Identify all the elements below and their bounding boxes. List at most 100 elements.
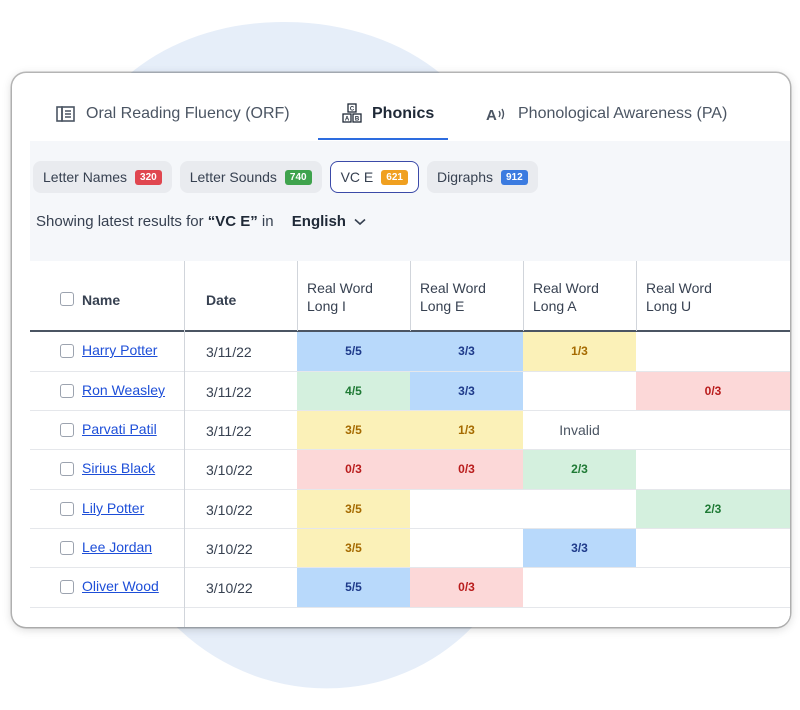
score-cell[interactable] xyxy=(636,449,790,489)
score-cell[interactable]: 3/3 xyxy=(410,331,523,371)
row-divider xyxy=(30,567,790,568)
column-divider xyxy=(297,261,298,331)
count-badge: 912 xyxy=(501,169,528,185)
column-divider xyxy=(184,261,185,627)
score-cell[interactable]: 4/5 xyxy=(297,371,410,410)
svg-text:B: B xyxy=(355,117,360,123)
score-cell[interactable] xyxy=(523,489,636,528)
score-cell[interactable]: 3/5 xyxy=(297,528,410,567)
name-column-header[interactable]: Name xyxy=(82,291,120,309)
count-badge: 320 xyxy=(135,169,162,185)
student-name-link[interactable]: Sirius Black xyxy=(82,460,155,476)
score-column-header[interactable]: Real Word Long A xyxy=(533,279,599,315)
header-line: Real Word xyxy=(420,280,486,296)
score-cell[interactable]: 2/3 xyxy=(523,449,636,489)
tab-label: Phonological Awareness (PA) xyxy=(518,105,728,122)
student-name-link[interactable]: Oliver Wood xyxy=(82,578,159,594)
tab-label: Phonics xyxy=(372,105,435,122)
column-divider xyxy=(523,261,524,331)
date-column-header[interactable]: Date xyxy=(206,291,236,309)
results-status: Showing latest results for “VC E” in Eng… xyxy=(36,213,366,230)
score-cell[interactable]: 1/3 xyxy=(410,410,523,449)
letter-blocks-icon: C A B xyxy=(342,103,362,123)
score-cell[interactable] xyxy=(636,331,790,371)
chip-letter-names[interactable]: Letter Names 320 xyxy=(33,161,172,193)
score-column-header[interactable]: Real Word Long E xyxy=(420,279,486,315)
row-checkbox[interactable] xyxy=(60,344,74,358)
results-card: Oral Reading Fluency (ORF) C A B Phonics… xyxy=(12,73,790,627)
row-checkbox[interactable] xyxy=(60,580,74,594)
result-date: 3/10/22 xyxy=(206,462,253,478)
tab-pa[interactable]: A Phonological Awareness (PA) xyxy=(486,89,727,139)
chip-vc-e[interactable]: VC E 621 xyxy=(329,161,419,193)
student-name-link[interactable]: Parvati Patil xyxy=(82,421,157,437)
score-cell[interactable]: 2/3 xyxy=(636,489,790,528)
language-select[interactable]: English xyxy=(292,213,366,230)
score-cell[interactable]: 3/3 xyxy=(410,371,523,410)
score-cell[interactable]: 1/3 xyxy=(523,331,636,371)
score-cell[interactable] xyxy=(523,567,636,607)
result-date: 3/11/22 xyxy=(206,423,252,439)
row-checkbox[interactable] xyxy=(60,502,74,516)
result-date: 3/10/22 xyxy=(206,541,253,557)
row-checkbox[interactable] xyxy=(60,384,74,398)
score-cell[interactable]: 0/3 xyxy=(410,449,523,489)
result-date: 3/11/22 xyxy=(206,384,252,400)
score-cell[interactable]: 0/3 xyxy=(636,371,790,410)
header-line: Long A xyxy=(533,298,577,314)
status-prefix: Showing latest results for xyxy=(36,213,208,230)
score-cell[interactable]: 3/3 xyxy=(523,528,636,567)
student-name-link[interactable]: Ron Weasley xyxy=(82,382,165,398)
score-cell[interactable]: 3/5 xyxy=(297,410,410,449)
row-divider xyxy=(30,607,790,608)
score-cell[interactable]: 3/5 xyxy=(297,489,410,528)
row-divider xyxy=(30,489,790,490)
count-badge: 740 xyxy=(284,169,312,185)
score-cell[interactable]: Invalid xyxy=(523,410,636,449)
score-cell[interactable] xyxy=(636,567,790,607)
header-line: Long E xyxy=(420,298,465,314)
active-tab-indicator xyxy=(318,138,448,140)
student-name-link[interactable]: Lily Potter xyxy=(82,500,144,516)
results-table: 5/5 3/3 1/3 4/5 3/3 0/3 3/5 1/3 Invalid 0/3 0/3 2/3… xyxy=(30,261,790,627)
header-line: Long U xyxy=(646,298,692,314)
chip-label: Letter Names xyxy=(43,169,128,185)
count-badge: 621 xyxy=(381,169,408,185)
svg-text:C: C xyxy=(350,107,355,113)
score-cell[interactable]: 5/5 xyxy=(297,331,410,371)
score-cell[interactable] xyxy=(410,489,523,528)
phonics-panel: Letter Names 320 Letter Sounds 740 VC E 621 Di… xyxy=(30,141,790,627)
tab-label: Oral Reading Fluency (ORF) xyxy=(86,105,290,122)
score-cell[interactable] xyxy=(410,528,523,567)
score-cell[interactable] xyxy=(636,410,790,449)
tab-orf[interactable]: Oral Reading Fluency (ORF) xyxy=(56,89,290,139)
row-checkbox[interactable] xyxy=(60,462,74,476)
score-cell[interactable] xyxy=(636,528,790,567)
row-checkbox[interactable] xyxy=(60,541,74,555)
tab-phonics[interactable]: C A B Phonics xyxy=(342,89,434,139)
row-divider xyxy=(30,528,790,529)
chip-label: Digraphs xyxy=(436,169,493,185)
row-divider xyxy=(30,371,790,372)
chevron-down-icon xyxy=(354,218,366,226)
score-column-header[interactable]: Real Word Long U xyxy=(646,279,712,315)
score-column-header[interactable]: Real Word Long I xyxy=(307,279,373,315)
subtest-chips: Letter Names 320 Letter Sounds 740 VC E 621 Di… xyxy=(33,161,538,193)
student-name-link[interactable]: Harry Potter xyxy=(82,342,157,358)
language-value: English xyxy=(291,213,346,230)
row-divider xyxy=(30,449,790,450)
chip-digraphs[interactable]: Digraphs 912 xyxy=(426,161,538,193)
score-cell[interactable]: 0/3 xyxy=(297,449,410,489)
chip-label: VC E xyxy=(340,169,374,185)
row-checkbox[interactable] xyxy=(60,423,74,437)
result-date: 3/10/22 xyxy=(206,502,253,518)
score-cell[interactable]: 5/5 xyxy=(297,567,410,607)
status-filter: “VC E” xyxy=(207,213,258,230)
select-all-checkbox[interactable] xyxy=(60,292,74,306)
chip-letter-sounds[interactable]: Letter Sounds 740 xyxy=(179,161,322,193)
student-name-link[interactable]: Lee Jordan xyxy=(82,539,152,555)
score-cell[interactable] xyxy=(523,371,636,410)
score-cell[interactable]: 0/3 xyxy=(410,567,523,607)
chip-label: Letter Sounds xyxy=(189,169,277,185)
header-line: Long I xyxy=(307,298,346,314)
